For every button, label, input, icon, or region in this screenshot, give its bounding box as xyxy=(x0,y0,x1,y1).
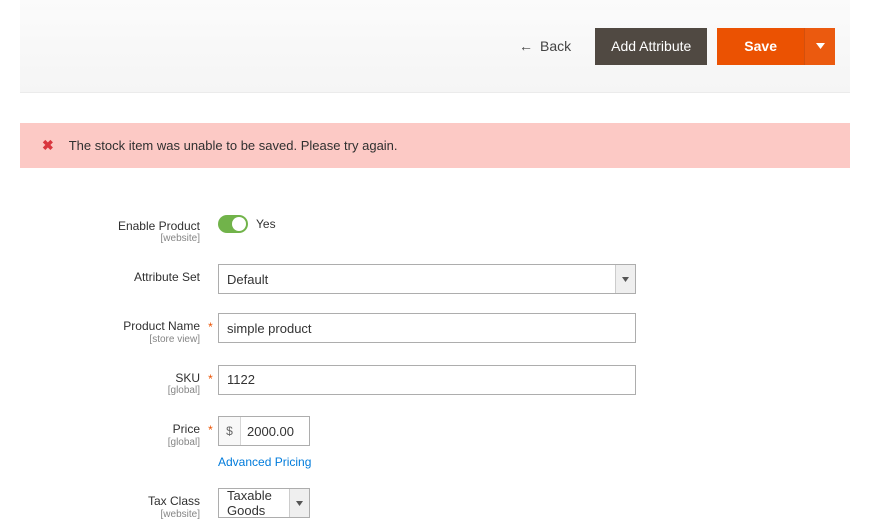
page-header: ← Back Add Attribute Save xyxy=(20,0,850,93)
label-product-name: Product Name [store view] xyxy=(38,313,200,345)
save-button-group: Save xyxy=(717,28,835,65)
save-button-label: Save xyxy=(744,38,777,54)
scope-tax-class: [website] xyxy=(38,509,200,521)
price-input[interactable] xyxy=(241,417,307,445)
error-alert: ✖ The stock item was unable to be saved.… xyxy=(20,123,850,168)
label-tax-class: Tax Class [website] xyxy=(38,488,200,520)
attribute-set-value: Default xyxy=(219,265,615,293)
label-text-attribute-set: Attribute Set xyxy=(134,270,200,284)
row-product-name: Product Name [store view] * xyxy=(38,313,870,345)
attribute-set-caret[interactable] xyxy=(615,265,635,293)
back-button[interactable]: ← Back xyxy=(513,37,577,55)
save-button[interactable]: Save xyxy=(717,28,804,65)
scope-enable-product: [website] xyxy=(38,233,200,245)
label-sku: SKU [global] xyxy=(38,365,200,397)
product-name-input[interactable] xyxy=(218,313,636,343)
label-text-sku: SKU xyxy=(175,371,200,385)
error-message: The stock item was unable to be saved. P… xyxy=(69,138,398,153)
row-enable-product: Enable Product [website] Yes xyxy=(38,213,870,245)
add-attribute-label: Add Attribute xyxy=(611,38,691,54)
label-text-price: Price xyxy=(173,422,200,436)
required-mark: * xyxy=(208,320,213,334)
back-button-label: Back xyxy=(540,38,571,54)
row-attribute-set: Attribute Set Default xyxy=(38,264,870,294)
label-text-tax-class: Tax Class xyxy=(148,494,200,508)
label-text-product-name: Product Name xyxy=(123,319,200,333)
enable-product-value-label: Yes xyxy=(256,217,276,231)
row-tax-class: Tax Class [website] Taxable Goods xyxy=(38,488,870,520)
required-mark: * xyxy=(208,423,213,437)
chevron-down-icon xyxy=(296,501,303,506)
label-text-enable-product: Enable Product xyxy=(118,219,200,233)
label-price: Price [global] xyxy=(38,416,200,448)
product-form: Enable Product [website] Yes Attribute S… xyxy=(38,213,870,521)
attribute-set-select[interactable]: Default xyxy=(218,264,636,294)
label-enable-product: Enable Product [website] xyxy=(38,213,200,245)
enable-product-toggle[interactable] xyxy=(218,215,248,233)
scope-product-name: [store view] xyxy=(38,334,200,346)
chevron-down-icon xyxy=(622,277,629,282)
tax-class-caret[interactable] xyxy=(289,489,309,517)
error-icon: ✖ xyxy=(42,137,54,154)
advanced-pricing-link[interactable]: Advanced Pricing xyxy=(218,455,311,469)
toggle-knob xyxy=(232,217,246,231)
arrow-left-icon: ← xyxy=(519,38,533,54)
row-sku: SKU [global] * xyxy=(38,365,870,397)
label-attribute-set: Attribute Set xyxy=(38,264,200,284)
scope-price: [global] xyxy=(38,437,200,449)
sku-input[interactable] xyxy=(218,365,636,395)
currency-symbol: $ xyxy=(219,417,241,445)
scope-sku: [global] xyxy=(38,385,200,397)
add-attribute-button[interactable]: Add Attribute xyxy=(595,28,707,65)
tax-class-value: Taxable Goods xyxy=(219,489,289,517)
required-mark: * xyxy=(208,372,213,386)
price-input-group: $ xyxy=(218,416,310,446)
row-price: Price [global] * $ Advanced Pricing xyxy=(38,416,870,469)
tax-class-select[interactable]: Taxable Goods xyxy=(218,488,310,518)
save-dropdown-toggle[interactable] xyxy=(804,28,835,65)
chevron-down-icon xyxy=(816,43,825,49)
